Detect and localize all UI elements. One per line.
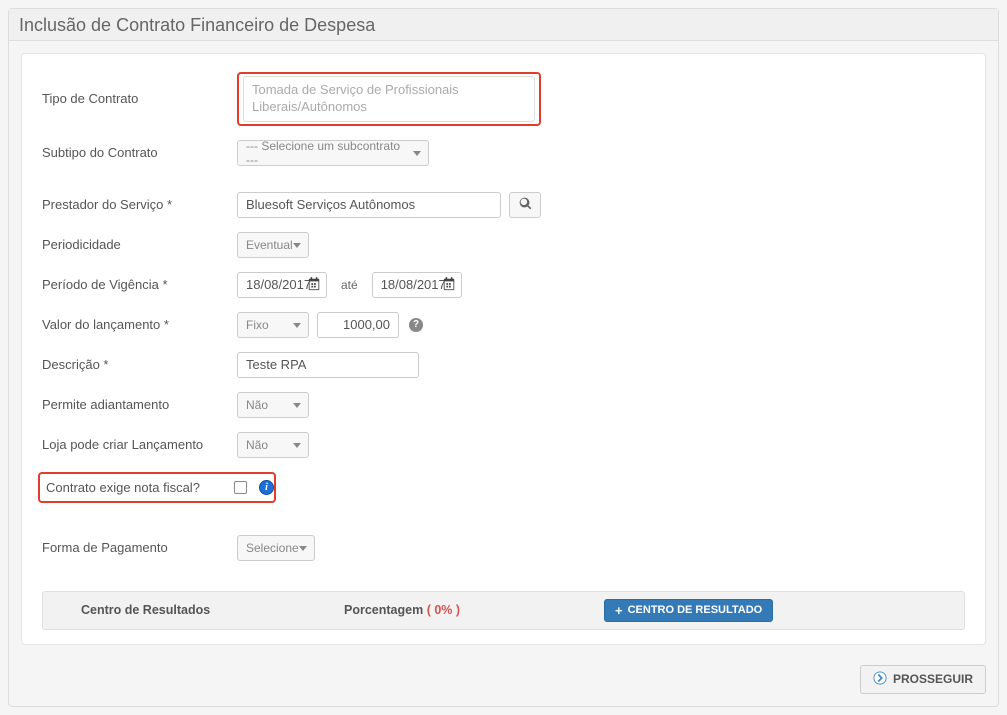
forma-pagamento-select[interactable]: Selecione bbox=[237, 535, 315, 561]
label-tipo-contrato: Tipo de Contrato bbox=[42, 91, 237, 106]
row-prestador: Prestador do Serviço * bbox=[42, 192, 965, 218]
periodicidade-select[interactable]: Eventual bbox=[237, 232, 309, 258]
help-icon[interactable]: ? bbox=[409, 318, 423, 332]
descricao-input[interactable] bbox=[237, 352, 419, 378]
row-exige-nf: Contrato exige nota fiscal? i bbox=[42, 472, 965, 503]
col-porcentagem: Porcentagem ( 0% ) bbox=[344, 603, 604, 617]
ate-label: até bbox=[341, 278, 358, 292]
valor-input[interactable] bbox=[317, 312, 399, 338]
subtipo-select[interactable]: --- Selecione um subcontrato --- bbox=[237, 140, 429, 166]
calendar-icon bbox=[442, 277, 456, 294]
exige-nf-checkbox[interactable] bbox=[234, 481, 247, 494]
data-inicio-input[interactable]: 18/08/2017 bbox=[237, 272, 327, 298]
prosseguir-label: PROSSEGUIR bbox=[893, 672, 973, 686]
label-subtipo: Subtipo do Contrato bbox=[42, 145, 237, 160]
arrow-right-icon bbox=[873, 671, 887, 688]
porcentagem-label: Porcentagem bbox=[344, 603, 423, 617]
label-exige-nf: Contrato exige nota fiscal? bbox=[40, 480, 234, 495]
data-fim-value: 18/08/2017 bbox=[381, 277, 446, 292]
highlight-tipo-contrato: Tomada de Serviço de Profissionais Liber… bbox=[237, 72, 541, 126]
results-header: Centro de Resultados Porcentagem ( 0% ) … bbox=[42, 591, 965, 630]
row-descricao: Descrição * bbox=[42, 352, 965, 378]
plus-icon: + bbox=[615, 604, 623, 617]
row-vigencia: Período de Vigência * 18/08/2017 até 18/… bbox=[42, 272, 965, 298]
prestador-search-button[interactable] bbox=[509, 192, 541, 218]
porcentagem-value: ( 0% ) bbox=[427, 603, 460, 617]
label-adiantamento: Permite adiantamento bbox=[42, 397, 237, 412]
page-title: Inclusão de Contrato Financeiro de Despe… bbox=[9, 9, 998, 41]
row-periodicidade: Periodicidade Eventual bbox=[42, 232, 965, 258]
row-forma-pagamento: Forma de Pagamento Selecione bbox=[42, 535, 965, 561]
label-periodicidade: Periodicidade bbox=[42, 237, 237, 252]
add-centro-label: CENTRO DE RESULTADO bbox=[628, 604, 763, 616]
footer-bar: PROSSEGUIR bbox=[9, 657, 998, 706]
label-prestador: Prestador do Serviço * bbox=[42, 197, 237, 212]
adiantamento-select[interactable]: Não bbox=[237, 392, 309, 418]
label-loja-lancamento: Loja pode criar Lançamento bbox=[42, 437, 237, 452]
row-valor: Valor do lançamento * Fixo ? bbox=[42, 312, 965, 338]
label-vigencia: Período de Vigência * bbox=[42, 277, 237, 292]
form-card: Tipo de Contrato Tomada de Serviço de Pr… bbox=[21, 53, 986, 645]
data-fim-input[interactable]: 18/08/2017 bbox=[372, 272, 462, 298]
row-loja-lancamento: Loja pode criar Lançamento Não bbox=[42, 432, 965, 458]
tipo-contrato-field: Tomada de Serviço de Profissionais Liber… bbox=[243, 76, 535, 122]
row-subtipo: Subtipo do Contrato --- Selecione um sub… bbox=[42, 140, 965, 166]
valor-tipo-select[interactable]: Fixo bbox=[237, 312, 309, 338]
highlight-exige-nf: Contrato exige nota fiscal? i bbox=[38, 472, 276, 503]
data-inicio-value: 18/08/2017 bbox=[246, 277, 311, 292]
info-icon[interactable]: i bbox=[259, 480, 274, 495]
loja-lancamento-select[interactable]: Não bbox=[237, 432, 309, 458]
row-adiantamento: Permite adiantamento Não bbox=[42, 392, 965, 418]
label-valor: Valor do lançamento * bbox=[42, 317, 237, 332]
col-centro-resultados: Centro de Resultados bbox=[81, 603, 344, 617]
prosseguir-button[interactable]: PROSSEGUIR bbox=[860, 665, 986, 694]
search-icon bbox=[519, 197, 532, 213]
label-forma-pagamento: Forma de Pagamento bbox=[42, 540, 237, 555]
prestador-input[interactable] bbox=[237, 192, 501, 218]
page-wrapper: Inclusão de Contrato Financeiro de Despe… bbox=[8, 8, 999, 707]
calendar-icon bbox=[307, 277, 321, 294]
label-descricao: Descrição * bbox=[42, 357, 237, 372]
add-centro-resultado-button[interactable]: + CENTRO DE RESULTADO bbox=[604, 599, 773, 622]
row-tipo-contrato: Tipo de Contrato Tomada de Serviço de Pr… bbox=[42, 72, 965, 126]
